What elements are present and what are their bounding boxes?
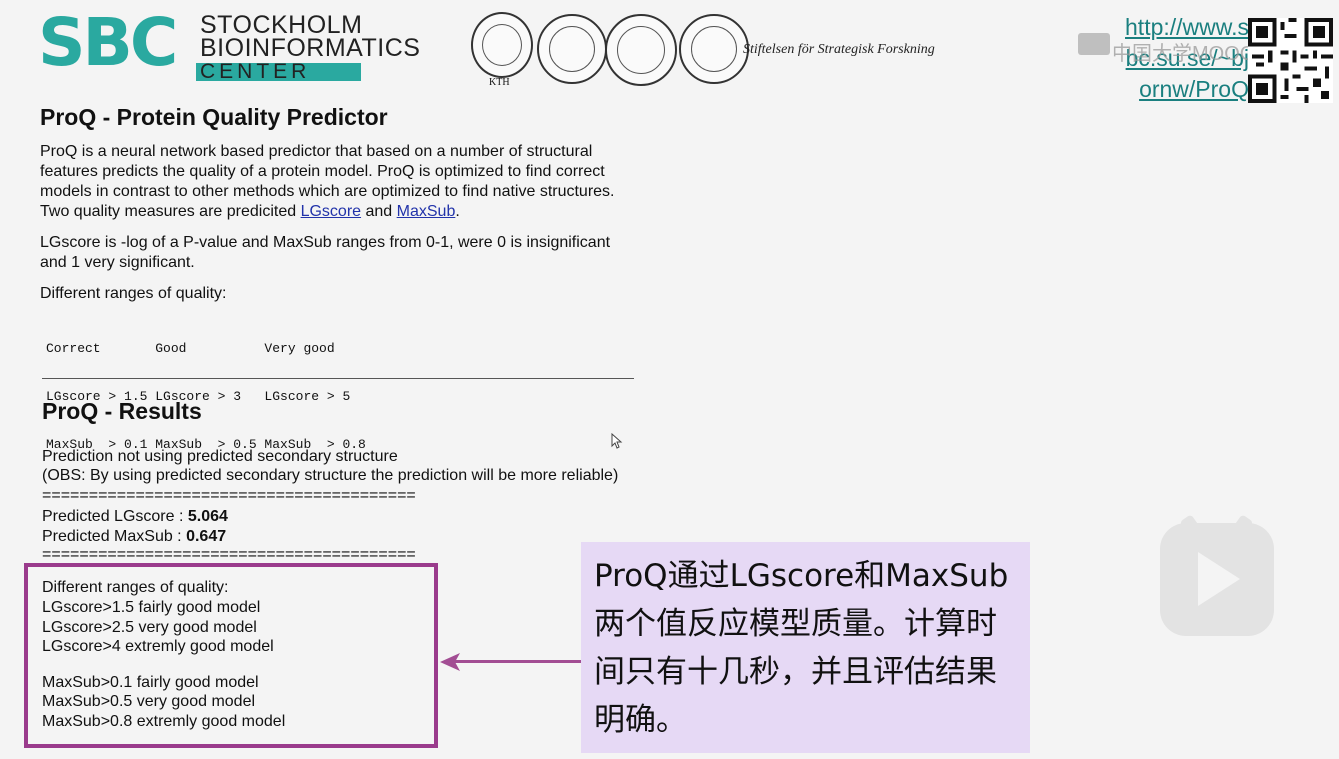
annotation-text: ProQ通过LGscore和MaxSub两个值反应模型质量。计算时间只有十几秒，… <box>594 558 1009 738</box>
sbc-logo-line3: CENTER <box>200 60 311 83</box>
results-separator: ======================================== <box>42 546 416 563</box>
section-divider <box>42 378 634 379</box>
mouse-cursor-icon <box>611 433 623 449</box>
maxsub-link[interactable]: MaxSub <box>397 203 456 220</box>
desc-text-2: and <box>361 203 397 220</box>
maxsub-value: 0.647 <box>186 528 227 545</box>
sbc-logo-line1: STOCKHOLM <box>200 11 363 39</box>
desc-text-3: . <box>455 203 460 220</box>
kth-caption: KTH <box>489 77 510 88</box>
results-line-1: Prediction not using predicted secondary… <box>42 448 398 465</box>
url-line-3[interactable]: ornw/ProQ <box>1089 74 1249 105</box>
kth-seal-icon <box>471 12 533 78</box>
lgscore-link[interactable]: LGscore <box>301 203 361 220</box>
ranges-table: Correct Good Very good LGscore > 1.5 LGs… <box>46 309 366 469</box>
lgscore-label: Predicted LGscore : <box>42 508 188 525</box>
foundation-text: Stiftelsen för Strategisk Forskning <box>743 42 935 57</box>
results-title: ProQ - Results <box>42 398 202 424</box>
sbc-logo-letters: SBC <box>38 4 178 81</box>
arrow-head-icon <box>440 653 460 671</box>
arrow-shaft <box>455 660 581 663</box>
predicted-maxsub: Predicted MaxSub : 0.647 <box>42 527 226 547</box>
maxsub-label: Predicted MaxSub : <box>42 528 187 545</box>
proq-description-2: LGscore is -log of a P-value and MaxSub … <box>40 234 611 271</box>
qr-code-icon <box>1248 18 1333 103</box>
play-icon[interactable] <box>1198 552 1240 606</box>
results-separator: ======================================== <box>42 487 416 504</box>
ranges-label: Different ranges of quality: <box>40 285 227 302</box>
mooc-watermark: 中国大学MOOC <box>1112 43 1255 65</box>
predicted-lgscore: Predicted LGscore : 5.064 <box>42 507 228 527</box>
su-seal-icon <box>605 14 677 86</box>
results-line-2: (OBS: By using predicted secondary struc… <box>42 467 619 484</box>
sbc-logo-line2: BIOINFORMATICS <box>200 34 421 62</box>
ranges-row: Correct Good Very good <box>46 341 335 356</box>
proq-title: ProQ - Protein Quality Predictor <box>40 104 388 130</box>
lgscore-value: 5.064 <box>187 508 228 525</box>
proq-description: ProQ is a neural network based predictor… <box>40 142 640 222</box>
ki-seal-icon <box>537 14 607 84</box>
highlight-box <box>24 563 438 748</box>
ssf-seal-icon <box>679 14 749 84</box>
